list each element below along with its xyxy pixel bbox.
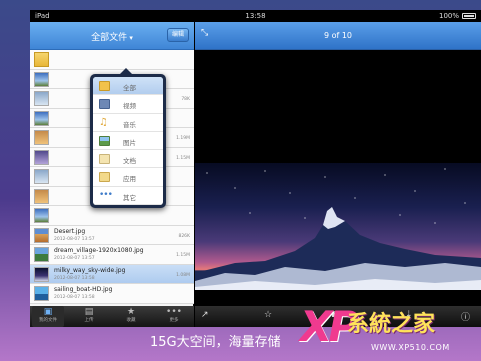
file-browser-panel: 全部文件 编辑 78K1.19M1.15MDesert.jpg2012-08-0… [30,22,194,327]
file-size: 1.15M [176,155,190,161]
tab-label: 收藏 [126,318,136,323]
file-row[interactable] [30,206,194,226]
mountain-silhouette [195,207,481,290]
favorite-icon[interactable]: ☆ [264,310,272,320]
file-date: 2012-08-07 13:58 [54,275,95,281]
filter-option-video[interactable]: 视频 [93,95,163,114]
tab-upload[interactable]: ▤ 上传 [73,306,105,327]
more-icon: ••• [166,307,182,317]
tab-label: 更多 [169,318,179,323]
tab-my-files[interactable]: ▣ 我的文件 [32,306,64,327]
file-row[interactable]: dream_village-1920x1080.jpg 2012-08-07 13… [30,245,194,265]
filter-option-label: 图片 [123,138,136,147]
xp510-logo: XP 系統之家 WWW.XP510.COM [300,302,481,361]
video-icon [99,99,110,110]
music-icon: ♫ [99,116,108,128]
filter-option-doc[interactable]: 文档 [93,150,163,169]
tab-more[interactable]: ••• 更多 [158,306,190,327]
file-name: Desert.jpg [54,227,86,235]
file-date: 2012-08-07 13:57 [54,256,95,261]
doc-icon [99,154,110,165]
file-thumbnail [34,52,49,67]
file-row[interactable] [30,50,194,70]
file-size: 1.15M [176,253,190,258]
file-row[interactable]: sailing_boat-HD.jpg 2012-08-07 13:58 [30,284,194,304]
file-size: 1.08M [176,272,190,278]
file-name: dream_village-1920x1080.jpg [54,247,144,254]
image-viewer-panel: ⤡ 9 of 10 ↗ ☆ ▪ ⇣ ⓘ [195,22,481,327]
file-thumbnail [34,110,49,126]
file-row[interactable]: Desert.jpg 2012-08-07 13:57 826K [30,225,194,245]
tab-label: 我的文件 [39,318,57,323]
file-thumbnail [34,130,49,145]
file-date: 2012-08-07 13:57 [54,236,95,242]
filter-option-label: 其它 [123,193,136,202]
tab-favorites[interactable]: ★ 收藏 [115,306,147,327]
file-thumbnail [34,188,49,204]
file-name: milky_way_sky-wide.jpg [54,266,126,274]
battery-icon [462,13,476,19]
viewer-header: ⤡ 9 of 10 [195,22,481,50]
folder-icon: ▣ [43,307,53,317]
file-browser-header: 全部文件 编辑 [30,22,194,50]
file-size: 1.19M [176,136,190,141]
milky-way-photo[interactable] [195,163,481,290]
other-icon: ••• [99,189,113,200]
filter-option-music[interactable]: ♫ 音乐 [93,114,163,132]
all-icon [99,81,110,91]
file-size: 826K [178,233,190,239]
file-thumbnail [34,71,49,87]
filter-option-pic[interactable]: 图片 [93,132,163,151]
clock: 13:58 [245,12,266,20]
file-thumbnail [34,149,49,165]
share-icon[interactable]: ↗ [201,310,209,320]
logo-url: WWW.XP510.COM [371,343,450,352]
file-thumbnail [34,91,49,106]
filter-option-label: 应用 [123,175,136,184]
file-thumbnail [34,208,49,223]
edit-button[interactable]: 编辑 [167,28,189,42]
ipad-screen: iPad 13:58 100% 全部文件 编辑 78K 1.19M 1.15M Des… [30,10,481,327]
tab-bar: ▣ 我的文件 ▤ 上传 ★ 收藏 ••• 更多 [30,306,194,327]
tab-label: 上传 [84,318,94,323]
file-row[interactable]: milky_way_sky-wide.jpg 2012-08-07 13:58 1.… [30,264,194,284]
filter-option-label: 视频 [123,102,136,111]
file-date: 2012-08-07 13:58 [54,295,95,300]
filter-option-label: 全部 [123,84,136,92]
status-bar: iPad 13:58 100% [30,10,481,22]
file-name: sailing_boat-HD.jpg [54,286,113,293]
app-icon [99,172,110,183]
upload-icon: ▤ [84,307,94,317]
filter-option-all[interactable]: 全部 [93,77,163,96]
file-thumbnail [34,227,49,243]
filter-option-label: 文档 [123,157,136,166]
promo-caption: 15G大空间，海量存储 [150,335,281,350]
filter-menu: 全部视频 ♫ 音乐图片文档应用 ••• 其它 [93,77,163,205]
battery-percent: 100% [438,12,459,20]
filter-dropdown: 全部视频 ♫ 音乐图片文档应用 ••• 其它 [90,68,166,208]
file-thumbnail [34,286,49,301]
pic-icon [99,135,110,146]
file-thumbnail [34,247,49,262]
filter-option-other[interactable]: ••• 其它 [93,187,163,205]
filter-option-app[interactable]: 应用 [93,168,163,187]
file-size: 78K [181,97,190,102]
image-counter: 9 of 10 [323,31,353,40]
filter-option-label: 音乐 [123,120,136,129]
logo-brand-text: 系統之家 [347,312,436,337]
star-icon: ★ [126,307,136,317]
file-thumbnail [34,266,49,282]
file-thumbnail [34,169,49,184]
